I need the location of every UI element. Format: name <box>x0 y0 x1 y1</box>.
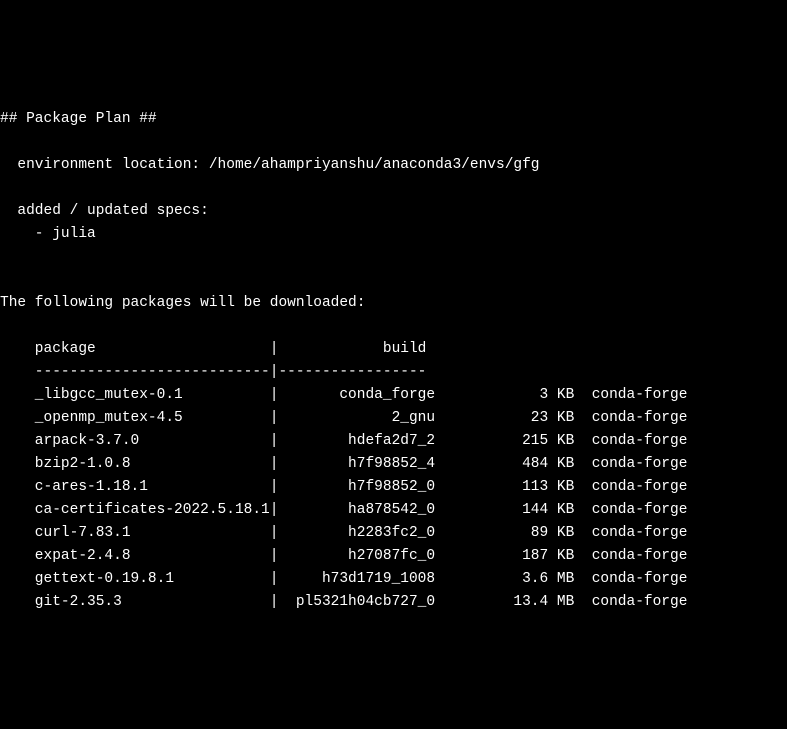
terminal-output: ## Package Plan ## environment location:… <box>0 108 787 614</box>
download-header: The following packages will be downloade… <box>0 295 365 311</box>
spec-item: - julia <box>0 226 96 242</box>
table-header: package | build <box>0 341 426 357</box>
package-plan-header: ## Package Plan ## <box>0 111 157 127</box>
environment-location-line: environment location: /home/ahampriyansh… <box>0 157 540 173</box>
table-divider: ---------------------------|------------… <box>0 364 426 380</box>
specs-header: added / updated specs: <box>0 203 209 219</box>
package-table: _libgcc_mutex-0.1 | conda_forge 3 KB con… <box>0 384 787 614</box>
